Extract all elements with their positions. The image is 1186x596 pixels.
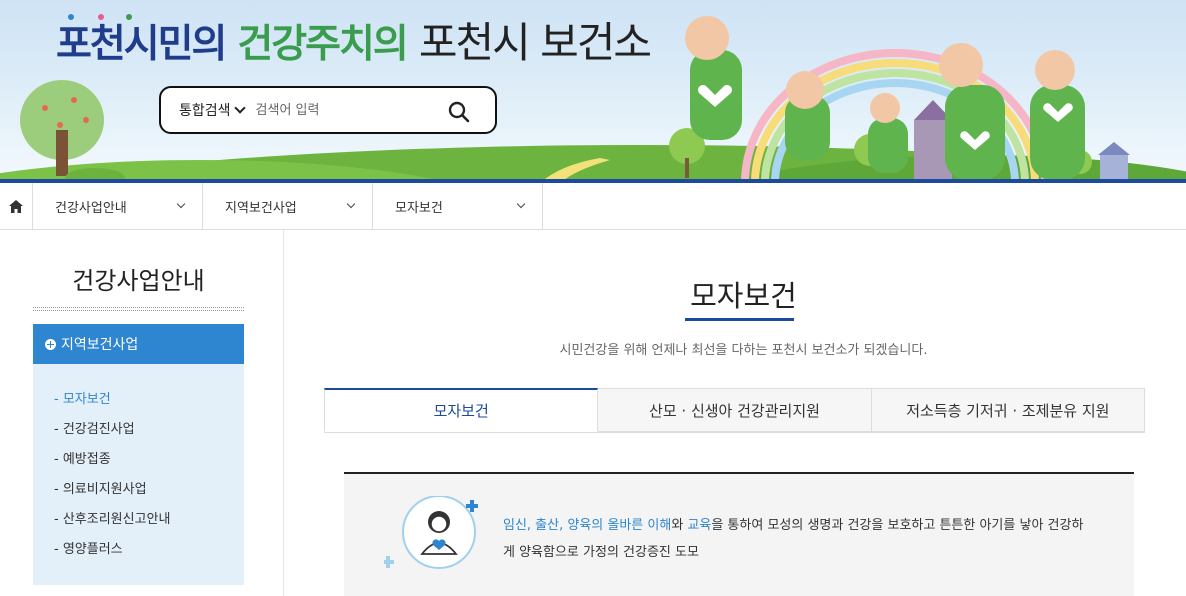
sidebar-item-nutrition-plus[interactable]: - 영양플러스	[33, 535, 244, 565]
tab-newborn-care[interactable]: 산모 · 신생아 건강관리지원	[598, 388, 872, 432]
nav-item-label: 지역보건사업	[225, 200, 297, 216]
logo-part-1: 포천시민의	[56, 22, 227, 67]
info-highlight: 임신, 출산, 양육의 올바른 이해	[503, 518, 672, 533]
sidebar-item-health-checkup[interactable]: - 건강검진사업	[33, 415, 244, 445]
page-title: 모자보건	[690, 279, 797, 313]
sidebar-section-community-health[interactable]: 지역보건사업	[33, 324, 244, 364]
tab-maternal-child[interactable]: 모자보건	[324, 388, 599, 432]
search-category-label: 통합검색	[179, 103, 231, 119]
sidebar-title: 건강사업안내	[72, 267, 205, 295]
content-tabs: 모자보건 산모 · 신생아 건강관리지원 저소득층 기저귀 · 조제분유 지원	[324, 388, 1145, 433]
info-connector: 와	[671, 518, 688, 533]
info-box: 임신, 출산, 양육의 올바른 이해와 교육을 통하여 모성의 생명과 건강을 …	[344, 472, 1134, 596]
search-input[interactable]	[255, 102, 426, 118]
sidebar-divider	[33, 307, 244, 311]
chevron-down-icon	[516, 199, 526, 209]
tab-diaper-formula-support[interactable]: 저소득층 기저귀 · 조제분유 지원	[871, 388, 1145, 432]
main-content: 모자보건 시민건강을 위해 언제나 최선을 다하는 포천시 보건소가 되겠습니다…	[285, 230, 1186, 596]
nav-item-label: 건강사업안내	[55, 200, 127, 216]
info-description: 임신, 출산, 양육의 올바른 이해와 교육을 통하여 모성의 생명과 건강을 …	[503, 512, 1093, 566]
sidebar-item-postpartum-care[interactable]: - 산후조리원신고안내	[33, 505, 244, 535]
sidebar-item-maternal-child[interactable]: - 모자보건	[33, 385, 244, 415]
search-category-select[interactable]: 통합검색	[161, 100, 246, 120]
logo-part-3: 포천시 보건소	[418, 18, 652, 67]
breadcrumb-nav: 건강사업안내 지역보건사업 모자보건	[0, 183, 1186, 230]
chevron-down-icon	[233, 101, 246, 114]
nav-item-health-program[interactable]: 건강사업안내	[33, 183, 203, 229]
sidebar-item-medical-support[interactable]: - 의료비지원사업	[33, 475, 244, 505]
home-icon	[9, 199, 23, 213]
logo-part-2: 건강주치의	[237, 22, 408, 67]
sidebar-item-vaccination[interactable]: - 예방접종	[33, 445, 244, 475]
sidebar-section-label: 지역보건사업	[61, 337, 139, 353]
chevron-down-icon	[176, 199, 186, 209]
nav-item-label: 모자보건	[395, 200, 443, 216]
mother-care-icon	[384, 496, 478, 569]
page-subtitle: 시민건강을 위해 언제나 최선을 다하는 포천시 보건소가 되겠습니다.	[559, 343, 928, 358]
site-logo[interactable]: 포천시민의 건강주치의 포천시 보건소	[56, 18, 652, 70]
home-button[interactable]	[0, 183, 33, 229]
nav-item-community-health[interactable]: 지역보건사업	[203, 183, 373, 229]
search-box: 통합검색	[159, 86, 497, 134]
chevron-down-icon	[346, 199, 356, 209]
nav-item-maternal-child[interactable]: 모자보건	[373, 183, 543, 229]
info-highlight: 교육	[687, 518, 712, 533]
title-underline	[685, 318, 794, 321]
site-header: 포천시민의 건강주치의 포천시 보건소 통합검색	[0, 0, 1186, 183]
sidebar-submenu: - 모자보건 - 건강검진사업 - 예방접종 - 의료비지원사업 - 산후조리원…	[33, 364, 244, 585]
plus-circle-icon	[45, 338, 56, 350]
search-icon[interactable]	[447, 100, 471, 124]
sidebar: 건강사업안내 지역보건사업 - 모자보건 - 건강검진사업 - 예방접종 - 의…	[0, 230, 284, 596]
